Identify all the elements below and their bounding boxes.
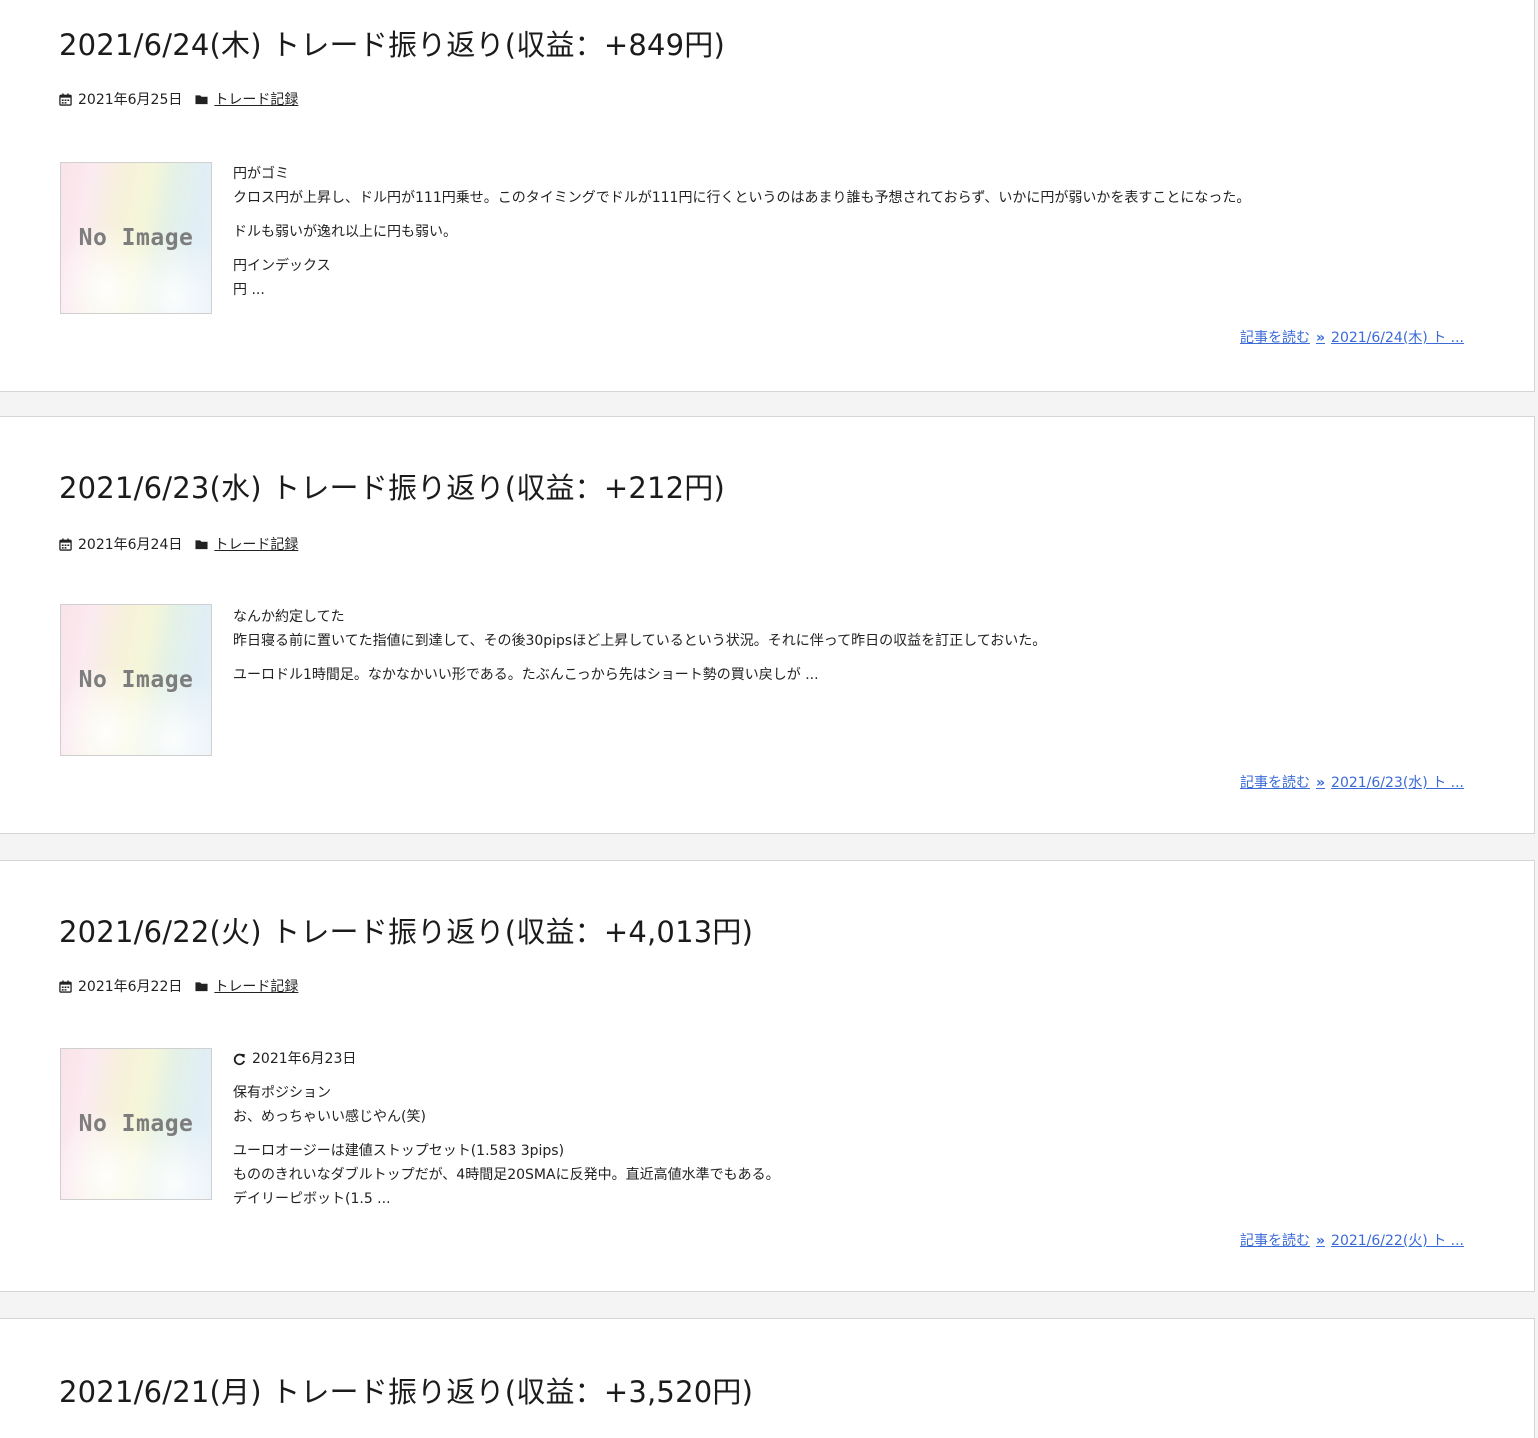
post-title[interactable]: 2021/6/21(月) トレード振り返り(収益：+3,520円) [59,1369,753,1411]
no-image-label: No Image [78,667,194,693]
read-more-label: 記事を読む [1239,1233,1310,1249]
post-card: 2021/6/21(月) トレード振り返り(収益：+3,520円) [0,1318,1535,1438]
post-title[interactable]: 2021/6/24(木) トレード振り返り(収益：+849円) [59,22,725,64]
no-image-label: No Image [78,225,194,251]
read-more-label: 記事を読む [1239,775,1310,791]
excerpt-line: 円がゴミ [233,166,289,182]
excerpt-paragraph: ユーロオージーは建値ストップセット(1.583 3pips) もののきれいなダブ… [233,1139,1474,1211]
post-date: 2021年6月22日 [78,979,183,995]
excerpt-line: デイリーピボット(1.5 ... [233,1191,391,1207]
updated-date: 2021年6月23日 [233,1047,1474,1071]
excerpt-line: ドルも弱いが逸れ以上に円も弱い。 [233,224,457,240]
folder-icon [195,981,208,991]
read-more-link[interactable]: 記事を読む » 2021/6/24(木) ト ... [1240,327,1464,347]
read-more-title: 2021/6/23(水) ト ... [1331,775,1464,791]
post-excerpt: 2021年6月23日 保有ポジション お、めっちゃいい感じやん(笑) ユーロオー… [233,1047,1474,1221]
excerpt-paragraph: 円インデックス 円 ... [233,254,1474,302]
post-title[interactable]: 2021/6/23(水) トレード振り返り(収益：+212円) [59,465,725,507]
excerpt-line: クロス円が上昇し、ドル円が111円乗せ。このタイミングでドルが111円に行くとい… [233,190,1251,206]
refresh-icon [233,1053,246,1065]
post-thumbnail[interactable]: No Image [60,162,212,314]
read-more-link[interactable]: 記事を読む » 2021/6/22(火) ト ... [1240,1230,1464,1250]
post-card: 2021/6/24(木) トレード振り返り(収益：+849円) 2021年6月2… [0,0,1535,392]
calendar-icon [59,92,72,106]
excerpt-line: 保有ポジション [233,1085,331,1101]
excerpt-line: お、めっちゃいい感じやん(笑) [233,1109,426,1125]
excerpt-paragraph: なんか約定してた 昨日寝る前に置いてた指値に到達して、その後30pipsほど上昇… [233,605,1474,653]
excerpt-paragraph: 円がゴミ クロス円が上昇し、ドル円が111円乗せ。このタイミングでドルが111円… [233,162,1474,210]
excerpt-paragraph: 保有ポジション お、めっちゃいい感じやん(笑) [233,1081,1474,1129]
no-image-label: No Image [78,1111,194,1137]
excerpt-line: ユーロドル1時間足。なかなかいい形である。たぶんこっから先はショート勢の買い戻し… [233,667,819,683]
folder-icon [195,94,208,104]
read-more-title: 2021/6/22(火) ト ... [1331,1233,1464,1249]
excerpt-line: 円インデックス [233,258,331,274]
double-chevron-right-icon: » [1315,1233,1326,1249]
post-meta: 2021年6月25日 トレード記録 [59,89,298,109]
post-feed: 2021/6/24(木) トレード振り返り(収益：+849円) 2021年6月2… [0,0,1538,1438]
post-meta: 2021年6月22日 トレード記録 [59,976,298,996]
double-chevron-right-icon: » [1315,330,1326,346]
folder-icon [195,539,208,549]
double-chevron-right-icon: » [1315,775,1326,791]
excerpt-paragraph: ユーロドル1時間足。なかなかいい形である。たぶんこっから先はショート勢の買い戻し… [233,663,1474,687]
read-more-label: 記事を読む [1239,330,1310,346]
post-meta: 2021年6月24日 トレード記録 [59,534,298,554]
excerpt-line: 円 ... [233,282,265,298]
calendar-icon [59,979,72,993]
post-date: 2021年6月24日 [78,537,183,553]
post-card: 2021/6/23(水) トレード振り返り(収益：+212円) 2021年6月2… [0,416,1535,834]
read-more-title: 2021/6/24(木) ト ... [1331,330,1464,346]
calendar-icon [59,537,72,551]
excerpt-line: なんか約定してた [233,609,345,625]
post-thumbnail[interactable]: No Image [60,1048,212,1200]
post-card: 2021/6/22(火) トレード振り返り(収益：+4,013円) 2021年6… [0,860,1535,1292]
excerpt-line: もののきれいなダブルトップだが、4時間足20SMAに反発中。直近高値水準でもある… [233,1167,780,1183]
post-thumbnail[interactable]: No Image [60,604,212,756]
category-link[interactable]: トレード記録 [214,976,298,996]
excerpt-line: 昨日寝る前に置いてた指値に到達して、その後30pipsほど上昇しているという状況… [233,633,1047,649]
post-excerpt: 円がゴミ クロス円が上昇し、ドル円が111円乗せ。このタイミングでドルが111円… [233,162,1474,312]
excerpt-paragraph: ドルも弱いが逸れ以上に円も弱い。 [233,220,1474,244]
post-excerpt: なんか約定してた 昨日寝る前に置いてた指値に到達して、その後30pipsほど上昇… [233,605,1474,697]
post-title[interactable]: 2021/6/22(火) トレード振り返り(収益：+4,013円) [59,909,753,951]
category-link[interactable]: トレード記録 [214,534,298,554]
read-more-link[interactable]: 記事を読む » 2021/6/23(水) ト ... [1240,772,1464,792]
excerpt-line: ユーロオージーは建値ストップセット(1.583 3pips) [233,1143,565,1159]
post-date: 2021年6月25日 [78,92,183,108]
updated-date-text: 2021年6月23日 [252,1051,357,1067]
category-link[interactable]: トレード記録 [214,89,298,109]
